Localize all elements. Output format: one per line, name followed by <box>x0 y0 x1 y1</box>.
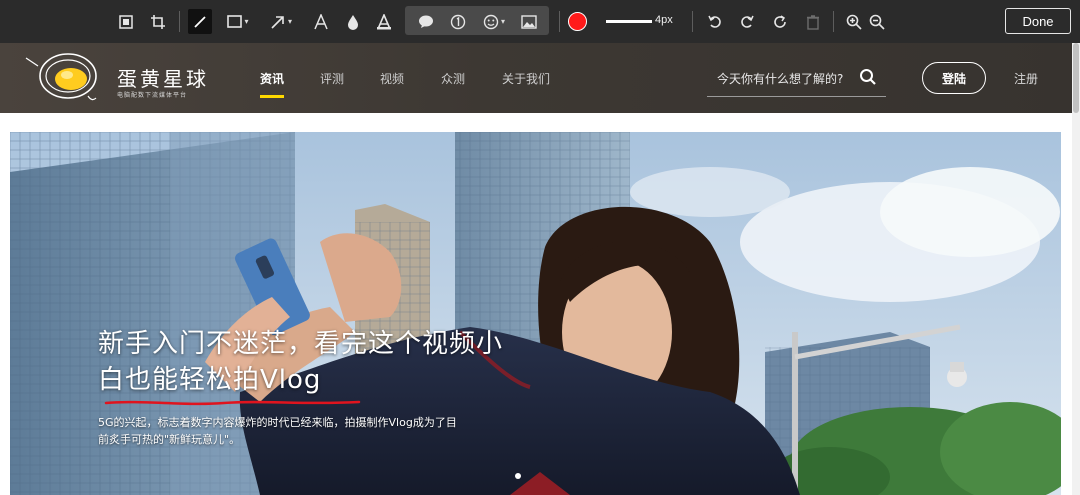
emoji-icon[interactable]: ▾ <box>481 9 507 34</box>
logo-subtitle: 电脑配数下流媒体平台 <box>117 92 188 99</box>
nav-item-about-us[interactable]: 关于我们 <box>502 70 550 87</box>
login-button[interactable]: 登陆 <box>922 62 986 94</box>
carousel-dot[interactable] <box>515 473 521 479</box>
toolbar-divider <box>833 11 834 32</box>
stroke-width-preview[interactable] <box>606 20 652 23</box>
hero-description-line-2: 前炙手可热的"新鲜玩意儿"。 <box>98 433 241 446</box>
nav-active-indicator <box>260 95 284 98</box>
blur-icon[interactable] <box>343 9 363 34</box>
text-icon[interactable] <box>311 9 331 34</box>
hero-description: 5G的兴起，标志着数字内容爆炸的时代已经来临，拍摄制作Vlog成为了目 前炙手可… <box>98 414 528 448</box>
site-logo[interactable]: 蛋黄星球 电脑配数下流媒体平台 <box>22 50 222 108</box>
highlight-icon[interactable] <box>374 9 394 34</box>
zoom-out-icon[interactable] <box>867 9 887 34</box>
nav-item-crowdtest[interactable]: 众测 <box>441 70 465 87</box>
screenshot-icon[interactable] <box>116 9 136 34</box>
arrow-icon[interactable]: ▾ <box>266 9 296 34</box>
screenshot-editor-toolbar: ▾ ▾ ▾ 4px Done <box>0 0 1080 43</box>
done-button[interactable]: Done <box>1005 8 1071 34</box>
hero-description-line-1: 5G的兴起，标志着数字内容爆炸的时代已经来临，拍摄制作Vlog成为了目 <box>98 416 457 429</box>
scrollbar-thumb[interactable] <box>1073 43 1079 113</box>
zoom-in-icon[interactable] <box>844 9 864 34</box>
trash-icon[interactable] <box>803 9 823 34</box>
undo-icon[interactable] <box>705 9 725 34</box>
nav-item-reviews[interactable]: 评测 <box>320 70 344 87</box>
hero-title-line-1: 新手入门不迷茫，看完这个视频小 <box>98 329 504 359</box>
stroke-width-label: 4px <box>655 14 673 26</box>
image-icon[interactable] <box>519 9 539 34</box>
speech-bubble-icon[interactable] <box>416 9 436 34</box>
redo-icon[interactable] <box>737 9 757 34</box>
search-input[interactable]: 今天你有什么想了解的? <box>717 70 843 87</box>
site-header: 蛋黄星球 电脑配数下流媒体平台 资讯 评测 视频 众测 关于我们 今天你有什么想… <box>0 43 1072 113</box>
register-link[interactable]: 注册 <box>1014 70 1038 87</box>
toolbar-divider <box>692 11 693 32</box>
rectangle-icon[interactable]: ▾ <box>222 9 254 34</box>
red-pen-annotation <box>104 400 361 406</box>
nav-item-videos[interactable]: 视频 <box>380 70 404 87</box>
logo-text: 蛋黄星球 <box>117 67 209 91</box>
number-icon[interactable] <box>448 9 468 34</box>
search-underline <box>707 96 886 97</box>
toolbar-divider <box>559 11 560 32</box>
search-icon[interactable] <box>859 68 877 86</box>
nav-item-news[interactable]: 资讯 <box>260 70 284 87</box>
hero-title[interactable]: 新手入门不迷茫，看完这个视频小 白也能轻松拍Vlog <box>98 326 538 398</box>
egg-yolk-logo-icon <box>25 53 97 101</box>
toolbar-divider <box>179 11 180 32</box>
reset-icon[interactable] <box>770 9 790 34</box>
pen-icon[interactable] <box>188 9 212 34</box>
crop-icon[interactable] <box>148 9 168 34</box>
hero-banner[interactable]: 新手入门不迷茫，看完这个视频小 白也能轻松拍Vlog 5G的兴起，标志着数字内容… <box>10 132 1061 495</box>
brush-color-swatch[interactable] <box>568 12 587 31</box>
